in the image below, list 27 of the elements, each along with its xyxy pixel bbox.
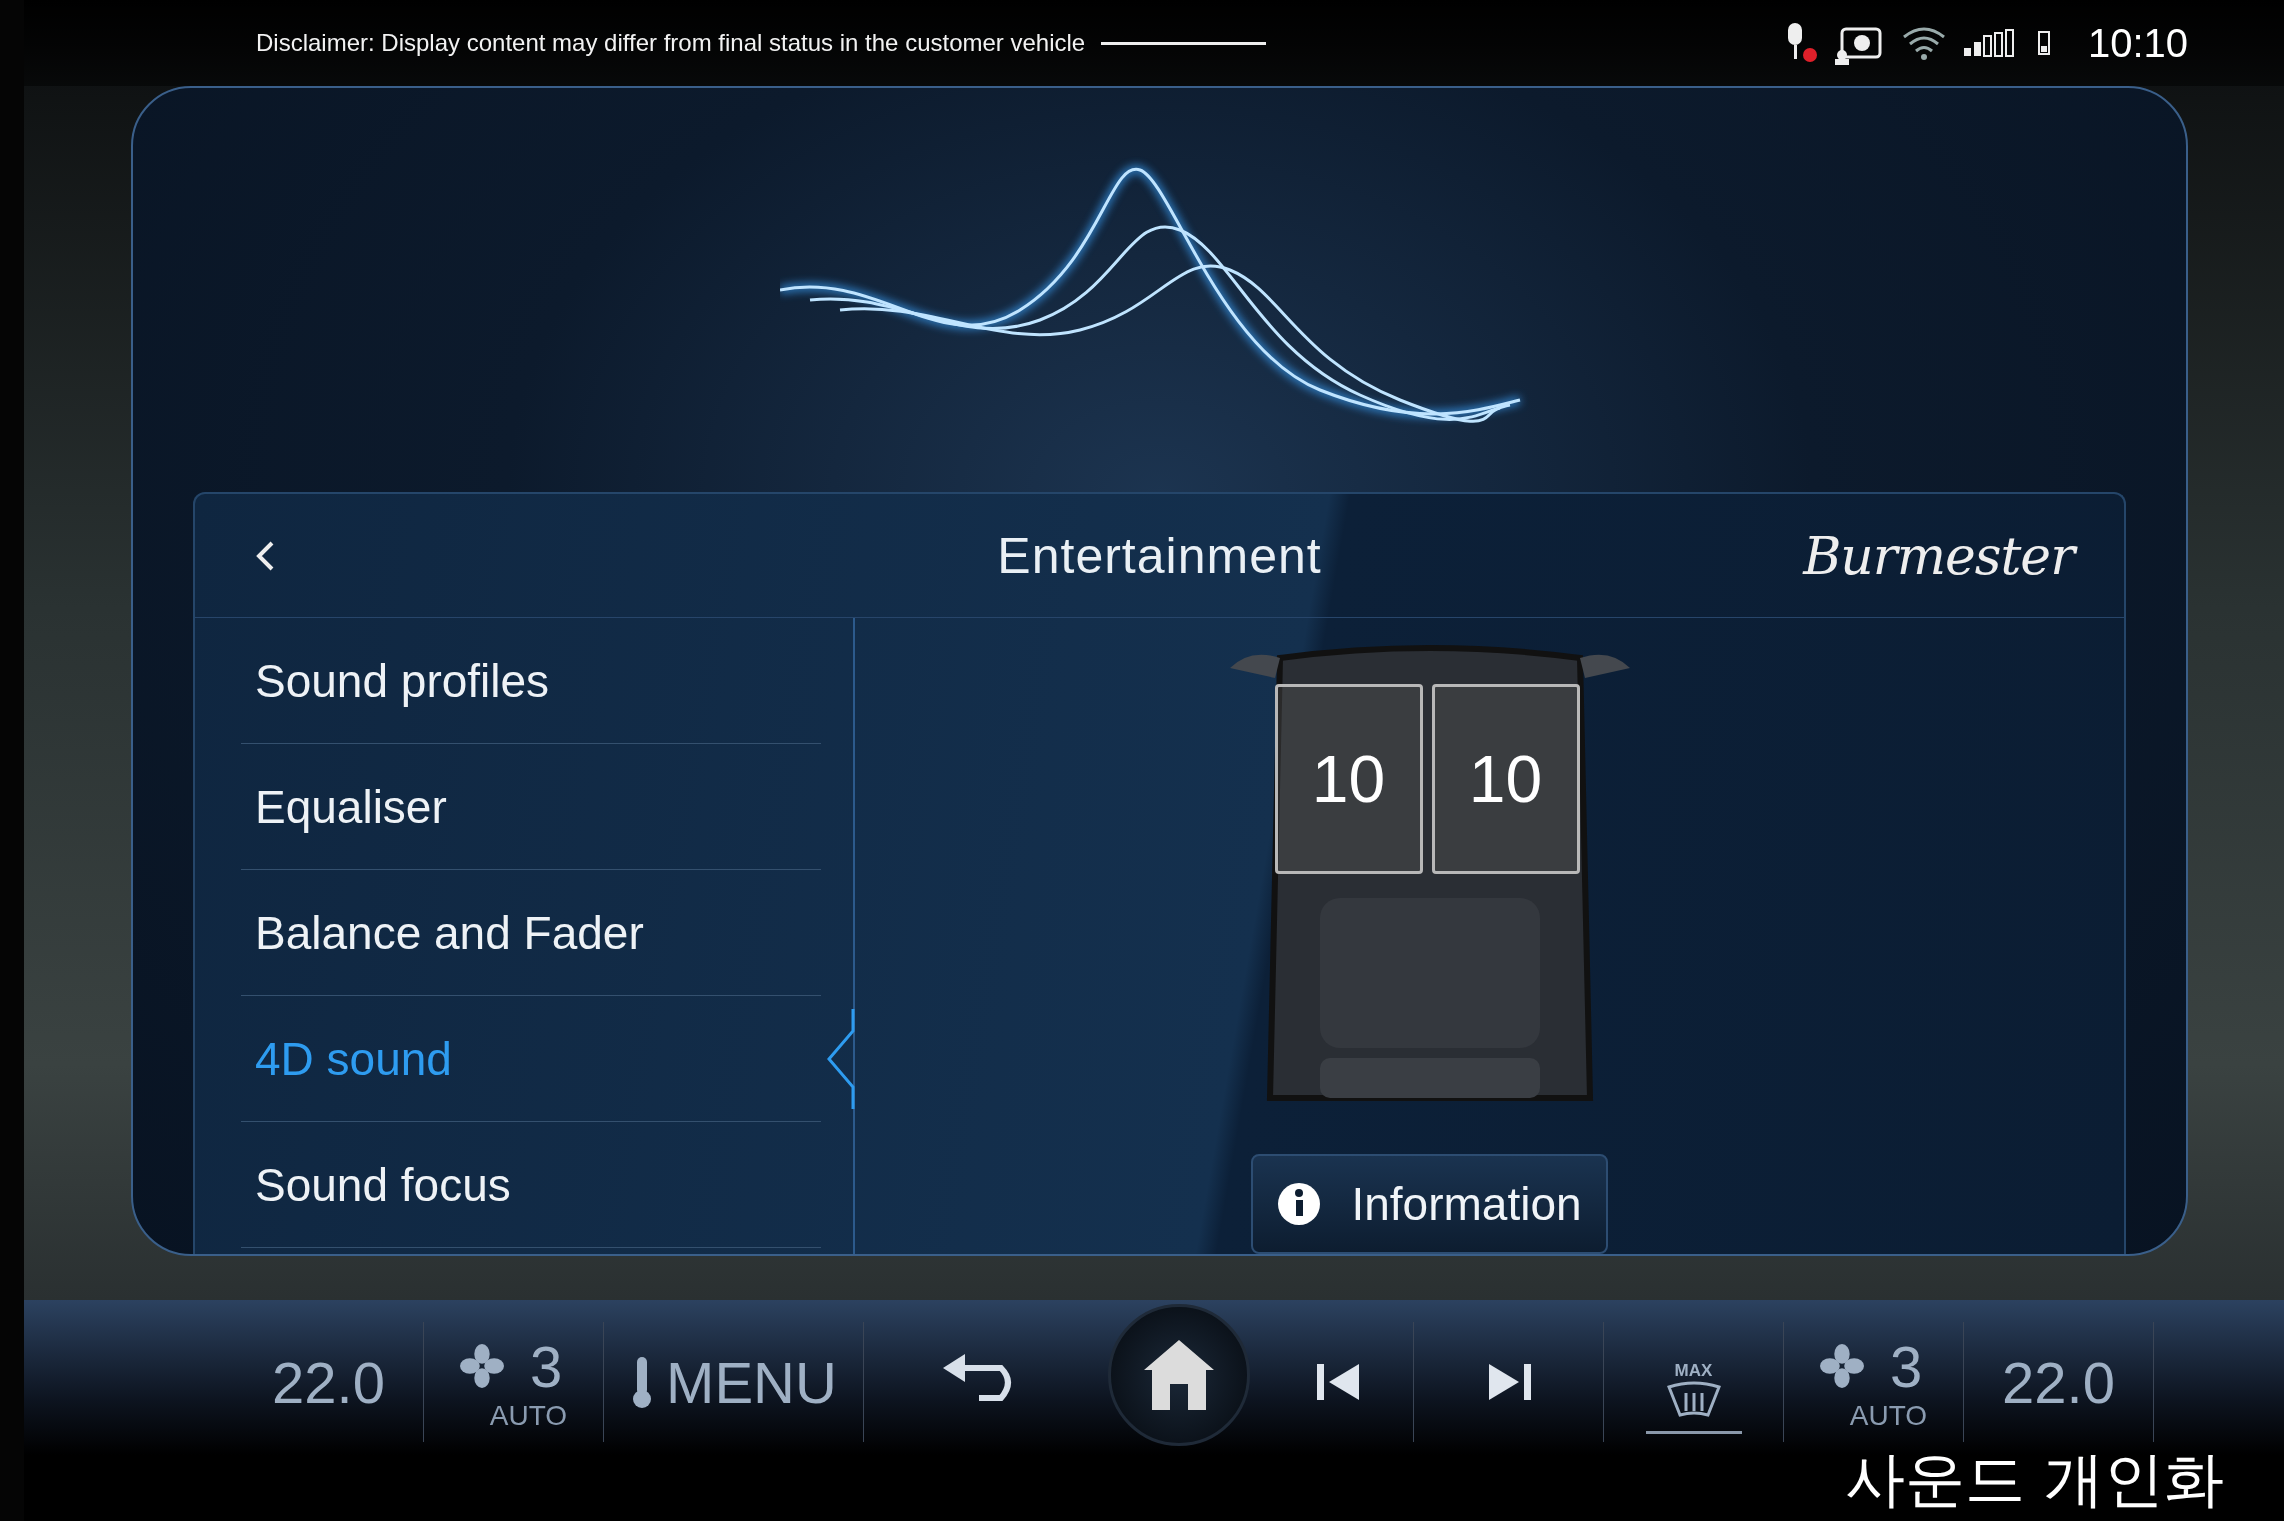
next-track-button[interactable] bbox=[1486, 1362, 1531, 1402]
panel-title: Entertainment bbox=[996, 526, 1323, 585]
menu-item[interactable]: Equaliser bbox=[241, 744, 821, 870]
fan-icon bbox=[459, 1344, 504, 1388]
max-defrost-button[interactable]: MAX bbox=[1645, 1354, 1742, 1434]
skip-forward-icon bbox=[1486, 1362, 1531, 1402]
menu-item[interactable]: Sound profiles bbox=[241, 618, 821, 744]
menu-item[interactable]: Balance and Fader bbox=[241, 870, 821, 996]
disclaimer-text: Disclaimer: Display content may differ from final status in the customer vehicle bbox=[256, 29, 1086, 57]
previous-track-button[interactable] bbox=[1316, 1362, 1361, 1402]
fan-button[interactable]: 3 AUTO bbox=[459, 1332, 568, 1432]
temperature-button[interactable]: 22.0 bbox=[1996, 1347, 2121, 1417]
clock-time: 10:10 bbox=[2087, 20, 2188, 66]
skip-back-icon bbox=[1316, 1362, 1361, 1402]
menu-item[interactable]: Sound focus bbox=[241, 1122, 821, 1248]
info-icon bbox=[1277, 1182, 1322, 1226]
seat-volume[interactable]: 10 bbox=[1431, 684, 1580, 874]
climate-menu-button[interactable]: MENU bbox=[624, 1347, 843, 1417]
temperature-button[interactable]: 22.0 bbox=[266, 1347, 391, 1417]
fan-button[interactable]: 3 AUTO bbox=[1819, 1332, 1928, 1432]
seat-volume[interactable]: 10 bbox=[1274, 684, 1423, 874]
information-button[interactable]: Information bbox=[1251, 1154, 1608, 1254]
menu-item[interactable]: 4D sound bbox=[241, 996, 821, 1122]
battery-icon bbox=[2035, 28, 2052, 58]
home-icon bbox=[1142, 1338, 1216, 1412]
subtitle-caption: 사운드 개인화 bbox=[1844, 1443, 2224, 1516]
fan-icon bbox=[1819, 1344, 1864, 1388]
